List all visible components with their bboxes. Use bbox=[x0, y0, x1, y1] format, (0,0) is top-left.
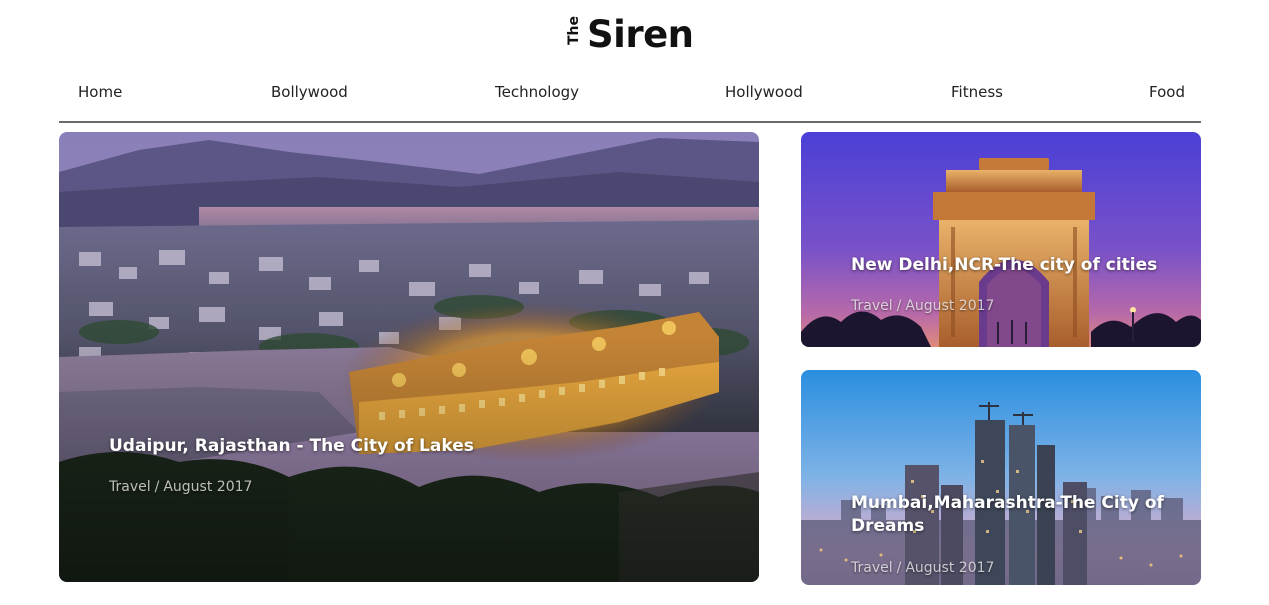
logo-siren-text: Siren bbox=[587, 12, 694, 56]
side-post-title-mumbai[interactable]: Mumbai,Maharashtra-The City of Dreams bbox=[851, 492, 1171, 538]
side-post-card-delhi[interactable]: New Delhi,NCR-The city of cities Travel /… bbox=[801, 132, 1201, 347]
nav-item-hollywood[interactable]: Hollywood bbox=[725, 83, 803, 101]
india-gate-photo bbox=[801, 132, 1201, 347]
featured-post-card[interactable]: Udaipur, Rajasthan - The City of Lakes T… bbox=[59, 132, 759, 582]
nav-item-bollywood[interactable]: Bollywood bbox=[271, 83, 348, 101]
meta-separator: / bbox=[896, 560, 902, 576]
side-post-title-delhi[interactable]: New Delhi,NCR-The city of cities bbox=[851, 254, 1181, 277]
side-post-date-mumbai: August 2017 bbox=[905, 560, 995, 576]
featured-post-title[interactable]: Udaipur, Rajasthan - The City of Lakes bbox=[109, 435, 669, 458]
featured-post-category[interactable]: Travel bbox=[109, 479, 151, 495]
site-logo[interactable]: The Siren bbox=[563, 10, 694, 58]
side-post-meta-mumbai: Travel / August 2017 bbox=[851, 560, 994, 576]
side-post-category-mumbai[interactable]: Travel bbox=[851, 560, 893, 576]
meta-separator: / bbox=[896, 298, 902, 314]
side-post-card-mumbai[interactable]: Mumbai,Maharashtra-The City of Dreams Tr… bbox=[801, 370, 1201, 585]
nav-divider bbox=[59, 121, 1201, 123]
main-navigation: Home Bollywood Technology Hollywood Fitn… bbox=[59, 83, 1201, 109]
udaipur-photo bbox=[59, 132, 759, 582]
meta-separator: / bbox=[154, 479, 160, 495]
logo-the-text: The bbox=[566, 15, 582, 45]
mumbai-skyline-photo bbox=[801, 370, 1201, 585]
side-post-date-delhi: August 2017 bbox=[905, 298, 995, 314]
featured-post-meta: Travel / August 2017 bbox=[109, 479, 252, 495]
nav-item-food[interactable]: Food bbox=[1149, 83, 1185, 101]
featured-post-date: August 2017 bbox=[163, 479, 253, 495]
nav-item-home[interactable]: Home bbox=[78, 83, 122, 101]
nav-item-technology[interactable]: Technology bbox=[495, 83, 579, 101]
nav-item-fitness[interactable]: Fitness bbox=[951, 83, 1003, 101]
side-post-category-delhi[interactable]: Travel bbox=[851, 298, 893, 314]
side-post-meta-delhi: Travel / August 2017 bbox=[851, 298, 994, 314]
